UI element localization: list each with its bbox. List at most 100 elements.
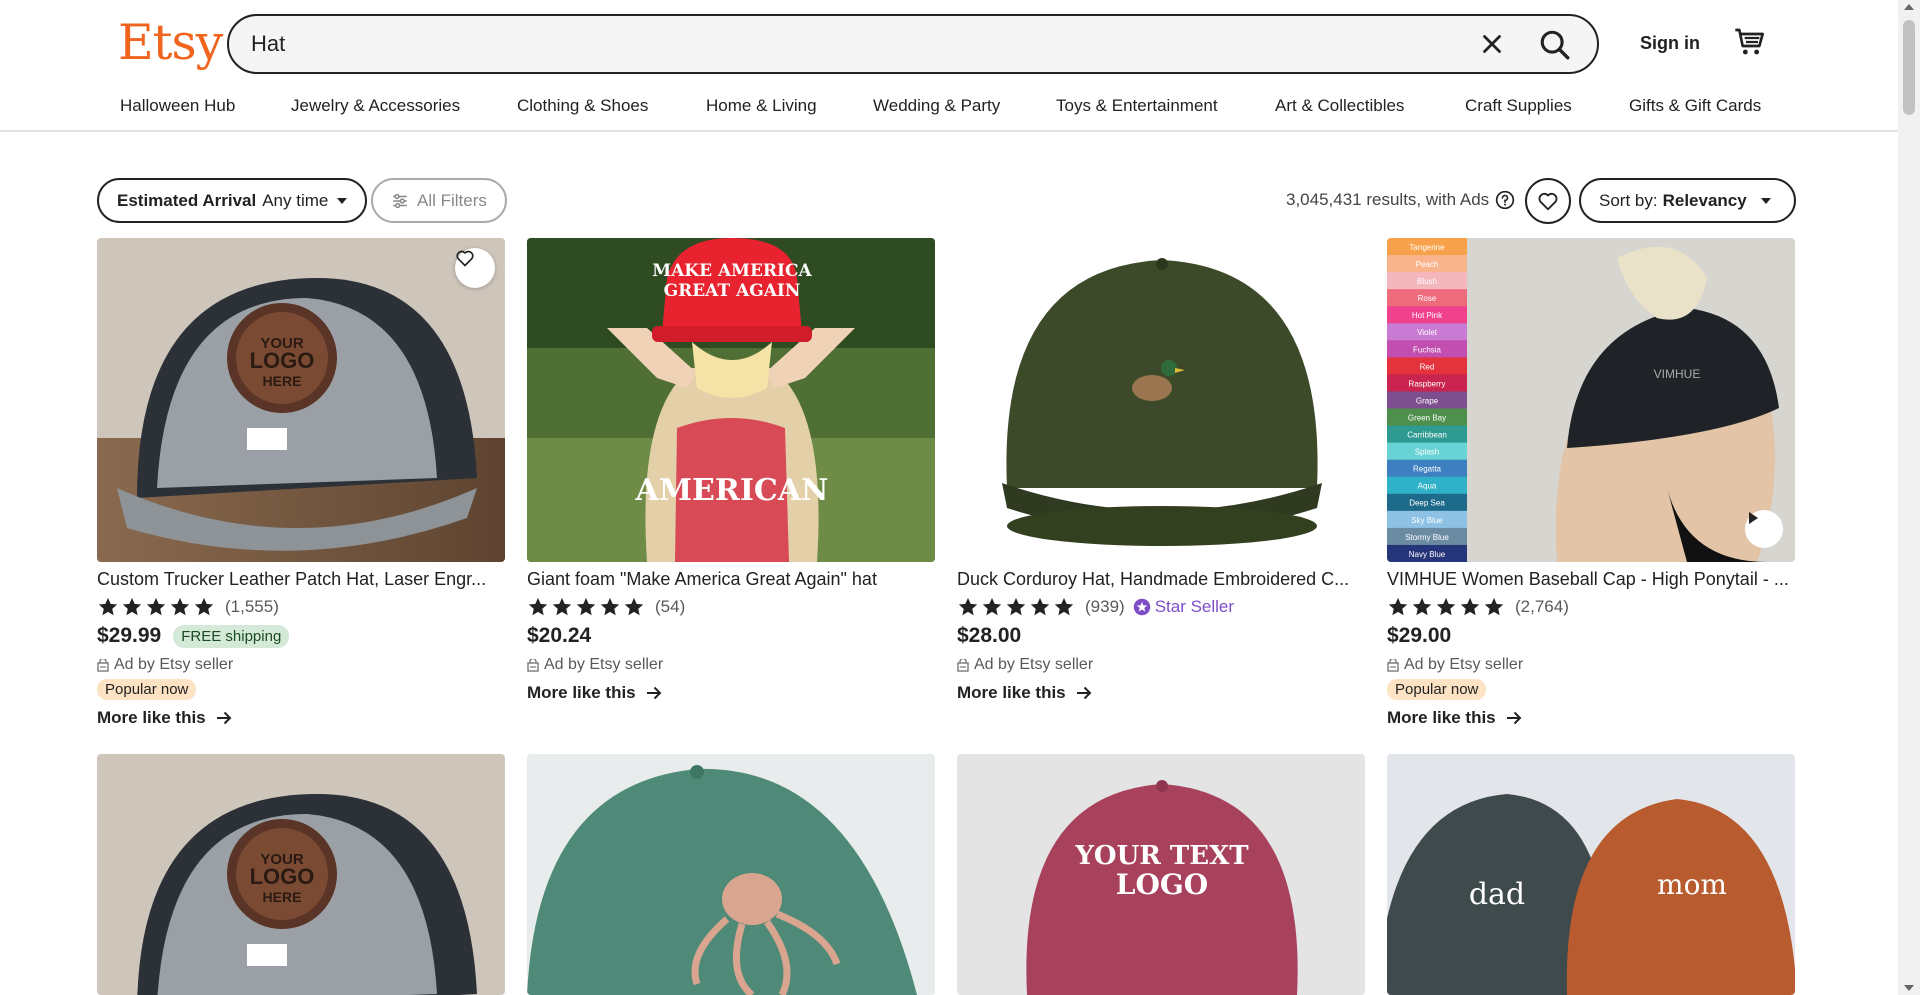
star-icon	[958, 597, 978, 616]
product-image[interactable]	[527, 754, 935, 995]
category-gifts-gift-cards[interactable]: Gifts & Gift Cards	[1629, 96, 1761, 116]
product-rating: (1,555)	[97, 596, 279, 618]
product-image[interactable]: dad mom	[1387, 754, 1795, 995]
play-icon	[1749, 512, 1758, 524]
product-card[interactable]: dad mom	[1387, 754, 1795, 995]
star-rating	[97, 596, 215, 618]
color-swatch-label: Green Bay	[1408, 413, 1446, 422]
clear-search-icon[interactable]	[1477, 29, 1507, 59]
category-home-living[interactable]: Home & Living	[706, 96, 817, 116]
shirt-text: AMERICAN	[635, 473, 829, 508]
star-icon	[1006, 597, 1026, 616]
scrollbar-thumb[interactable]	[1903, 20, 1915, 115]
search-input[interactable]	[251, 16, 1451, 72]
star-icon	[1436, 597, 1456, 616]
category-wedding-party[interactable]: Wedding & Party	[873, 96, 1000, 116]
category-halloween-hub[interactable]: Halloween Hub	[120, 96, 235, 116]
shop-icon	[957, 658, 969, 672]
sign-in-link[interactable]: Sign in	[1640, 33, 1700, 54]
product-image[interactable]	[957, 238, 1365, 562]
star-rating	[957, 596, 1075, 618]
color-swatch-label: Peach	[1416, 260, 1439, 269]
star-icon	[98, 597, 118, 616]
cap-text: LOGO	[1116, 868, 1208, 901]
star-icon	[1054, 597, 1074, 616]
product-card[interactable]: YOUR LOGO HERE Custom Trucker Leather Pa…	[97, 238, 505, 727]
star-seller-badge: Star Seller	[1133, 597, 1234, 617]
all-filters-button[interactable]: All Filters	[371, 178, 507, 223]
product-image[interactable]: Tangerine Peach Blush Rose Hot Pink Violet Fuc…	[1387, 238, 1795, 562]
color-swatch-label: Stormy Blue	[1405, 533, 1449, 542]
star-icon	[528, 597, 548, 616]
category-clothing-shoes[interactable]: Clothing & Shoes	[517, 96, 648, 116]
product-price: $29.00	[1387, 624, 1452, 647]
star-icon	[194, 597, 214, 616]
more-like-this-link[interactable]: More like this	[97, 708, 232, 728]
product-title[interactable]: Custom Trucker Leather Patch Hat, Laser …	[97, 569, 505, 590]
review-count: (54)	[655, 597, 686, 616]
heart-icon	[1538, 192, 1558, 211]
help-circle-icon[interactable]	[1495, 190, 1515, 210]
ad-label[interactable]: Ad by Etsy seller	[527, 656, 663, 674]
play-video-button[interactable]	[1745, 510, 1783, 548]
sort-label: Sort by:	[1599, 190, 1658, 210]
product-rating: (939) Star Seller	[957, 596, 1234, 618]
cap-text: mom	[1657, 868, 1727, 901]
favorite-button[interactable]	[455, 248, 495, 288]
cap-text: dad	[1469, 877, 1525, 912]
color-swatch-label: Carribbean	[1407, 431, 1447, 440]
star-icon	[552, 597, 572, 616]
save-search-button[interactable]	[1525, 178, 1571, 224]
etsy-logo[interactable]: Etsy	[118, 14, 223, 71]
product-card[interactable]: YOUR TEXT LOGO	[957, 754, 1365, 995]
product-title[interactable]: VIMHUE Women Baseball Cap - High Ponytai…	[1387, 569, 1795, 590]
product-title[interactable]: Duck Corduroy Hat, Handmade Embroidered …	[957, 569, 1365, 590]
sort-dropdown[interactable]: Sort by: Relevancy	[1579, 178, 1796, 223]
hat-text: GREAT AGAIN	[664, 281, 801, 301]
color-swatch-label: Violet	[1417, 328, 1438, 337]
color-swatch-label: Hot Pink	[1412, 311, 1443, 320]
color-swatch-label: Sky Blue	[1411, 516, 1443, 525]
more-like-this-link[interactable]: More like this	[957, 683, 1092, 703]
shop-icon	[97, 658, 109, 672]
arrow-right-icon	[646, 686, 662, 700]
product-image[interactable]: YOUR LOGO HERE	[97, 754, 505, 995]
price-row: $29.99 FREE shipping	[97, 624, 290, 648]
arrival-value: Any time	[262, 190, 329, 210]
product-card[interactable]: Duck Corduroy Hat, Handmade Embroidered …	[957, 238, 1365, 702]
category-jewelry-accessories[interactable]: Jewelry & Accessories	[291, 96, 460, 116]
cart-icon[interactable]	[1734, 26, 1766, 58]
ad-label[interactable]: Ad by Etsy seller	[957, 656, 1093, 674]
search-bar	[227, 14, 1599, 74]
scroll-up-arrow-icon[interactable]	[1904, 4, 1914, 10]
product-card[interactable]: YOUR LOGO HERE	[97, 754, 505, 995]
product-card[interactable]: AMERICAN MAKE AMERICA GREAT AGAIN Giant …	[527, 238, 935, 702]
color-swatch-label: Blush	[1417, 277, 1437, 286]
product-image[interactable]: AMERICAN MAKE AMERICA GREAT AGAIN	[527, 238, 935, 562]
more-like-this-link[interactable]: More like this	[1387, 708, 1522, 728]
scroll-down-arrow-icon[interactable]	[1904, 985, 1914, 991]
more-like-this-link[interactable]: More like this	[527, 683, 662, 703]
product-image[interactable]: YOUR LOGO HERE	[97, 238, 505, 562]
category-art-collectibles[interactable]: Art & Collectibles	[1275, 96, 1404, 116]
product-card[interactable]: Tangerine Peach Blush Rose Hot Pink Violet Fuc…	[1387, 238, 1795, 727]
product-image[interactable]: YOUR TEXT LOGO	[957, 754, 1365, 995]
ad-label[interactable]: Ad by Etsy seller	[97, 656, 233, 674]
star-seller-icon	[1133, 598, 1150, 616]
star-icon	[1460, 597, 1480, 616]
cap-text: YOUR TEXT	[1074, 841, 1249, 871]
product-rating: (54)	[527, 596, 685, 618]
hat-text: MAKE AMERICA	[652, 261, 812, 281]
star-icon	[1030, 597, 1050, 616]
page-scrollbar[interactable]	[1898, 0, 1920, 995]
category-toys-entertainment[interactable]: Toys & Entertainment	[1056, 96, 1218, 116]
ad-label[interactable]: Ad by Etsy seller	[1387, 656, 1523, 674]
product-price: $20.24	[527, 624, 592, 647]
estimated-arrival-dropdown[interactable]: Estimated Arrival Any time	[97, 178, 368, 223]
category-craft-supplies[interactable]: Craft Supplies	[1465, 96, 1572, 116]
star-icon	[600, 597, 620, 616]
product-card[interactable]	[527, 754, 935, 995]
arrow-right-icon	[1076, 686, 1092, 700]
product-title[interactable]: Giant foam "Make America Great Again" ha…	[527, 569, 935, 590]
search-icon[interactable]	[1538, 28, 1572, 62]
